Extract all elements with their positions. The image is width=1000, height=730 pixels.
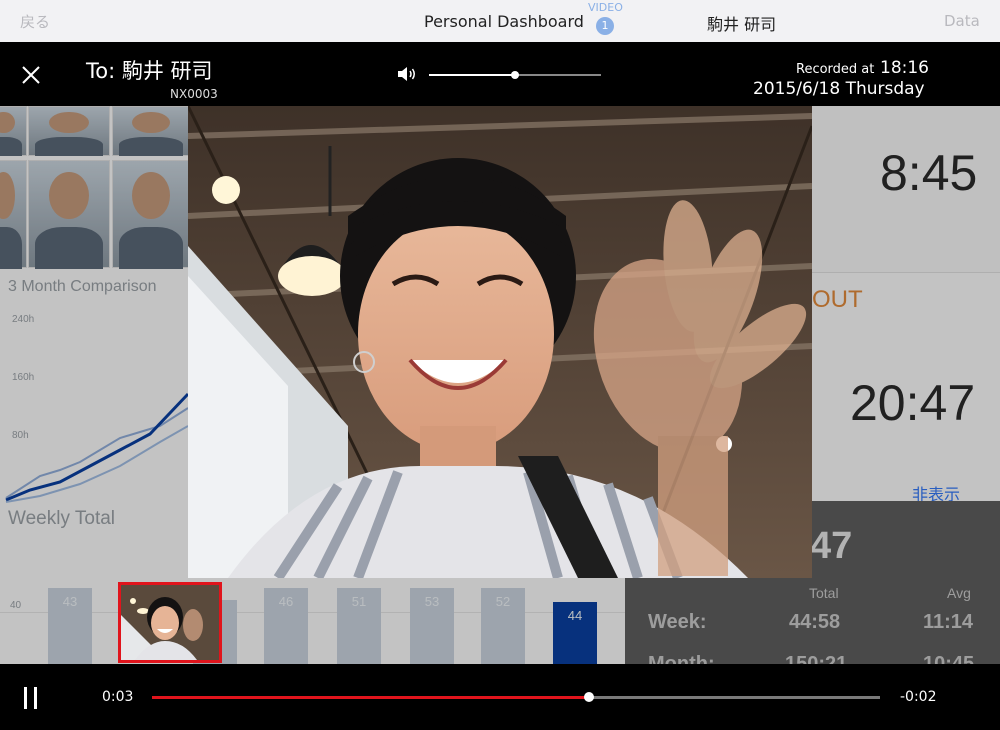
data-button[interactable]: Data xyxy=(944,12,980,30)
volume-slider[interactable] xyxy=(429,71,601,79)
recorded-time: 18:16 xyxy=(880,58,929,78)
page-title: Personal Dashboard xyxy=(424,12,584,31)
progress-fill xyxy=(152,696,589,699)
pip-frame xyxy=(121,585,219,660)
top-nav-bar: 戻る Personal Dashboard VIDEO 1 駒井 研司 Data xyxy=(0,0,1000,43)
video-label[interactable]: VIDEO xyxy=(588,1,623,14)
close-icon[interactable] xyxy=(20,64,42,86)
remaining-time: -0:02 xyxy=(900,689,937,705)
elapsed-time: 0:03 xyxy=(102,689,134,705)
progress-thumb[interactable] xyxy=(583,692,594,702)
progress-bar[interactable] xyxy=(152,692,880,702)
playback-controls: 0:03 -0:02 xyxy=(0,664,1000,730)
video-frame xyxy=(188,106,812,578)
recorded-date: 2015/6/18 Thursday xyxy=(753,79,925,99)
user-name: 駒井 研司 xyxy=(707,15,777,34)
recipient-id: NX0003 xyxy=(170,87,218,101)
video-count-badge[interactable]: 1 xyxy=(596,17,614,35)
pip-thumbnail[interactable] xyxy=(118,582,222,663)
recorded-label: Recorded at xyxy=(796,62,875,77)
video-header-bar: To: 駒井 研司 NX0003 Recorded at 18:16 2015/… xyxy=(0,42,1000,106)
volume-slider-thumb[interactable] xyxy=(511,71,519,79)
back-button[interactable]: 戻る xyxy=(20,11,50,32)
recipient-to: To: 駒井 研司 xyxy=(86,59,213,83)
pause-icon[interactable] xyxy=(24,687,38,709)
volume-icon[interactable] xyxy=(397,66,417,82)
video-player[interactable] xyxy=(188,106,812,578)
